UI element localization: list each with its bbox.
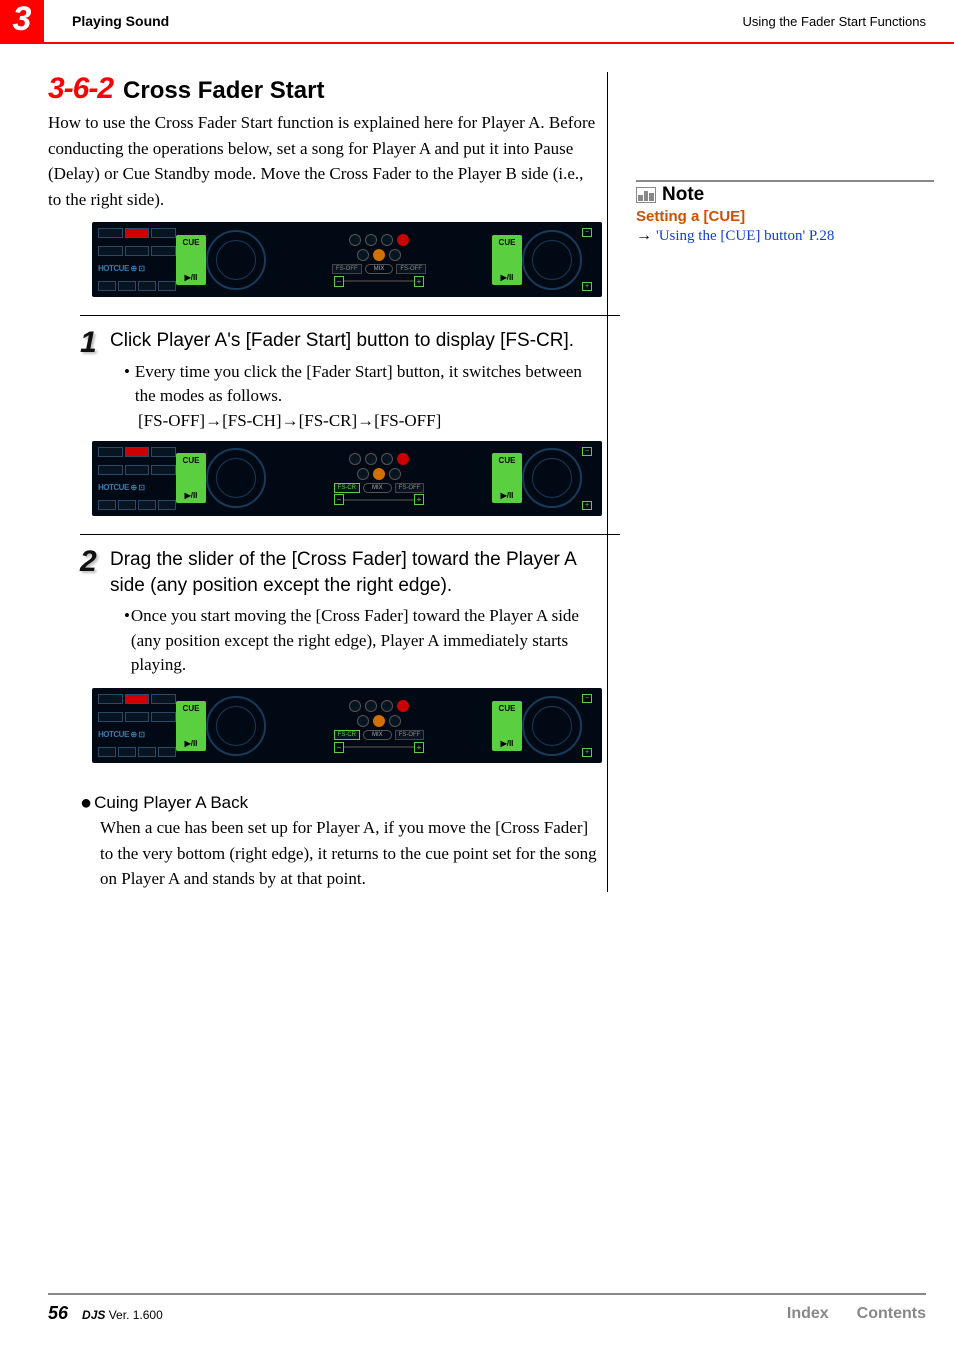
cue-button[interactable]: CUE▶/II [176,453,206,503]
fs-label-right[interactable]: FS-OFF [395,730,425,740]
cue-button[interactable]: CUE▶/II [176,701,206,751]
jog-wheel[interactable] [206,696,266,756]
jog-wheel[interactable] [522,448,582,508]
intro-paragraph: How to use the Cross Fader Start functio… [48,110,599,212]
step-bullet: Once you start moving the [Cross Fader] … [131,604,599,678]
mode-sequence: [FS-OFF]→[FS-CH]→[FS-CR]→[FS-OFF] [110,411,599,431]
player-screenshot-3: HOTCUE ⊕ ⊡ CUE▶/II FS-CR MIX FS-OFF − + [92,688,602,763]
fs-label-left[interactable]: FS-CR [334,483,360,493]
divider [80,534,620,535]
fs-label-right[interactable]: FS-OFF [396,264,426,274]
step-number: 2 [80,547,110,678]
step-title: Drag the slider of the [Cross Fader] tow… [110,547,599,598]
note-subject: Setting a [CUE] [636,208,934,225]
page-header: 3 Playing Sound Using the Fader Start Fu… [0,0,954,44]
step-title: Click Player A's [Fader Start] button to… [110,328,599,354]
mix-label[interactable]: MIX [363,730,392,740]
page-footer: 56 DJS Ver. 1.600 Index Contents [48,1293,926,1324]
section-title: Playing Sound [72,13,169,29]
step-1: 1 Click Player A's [Fader Start] button … [48,328,599,431]
step-bullet: Every time you click the [Fader Start] b… [135,360,599,409]
subsection: ● Cuing Player A Back When a cue has bee… [48,793,599,892]
jog-wheel[interactable] [206,230,266,290]
fs-label-right[interactable]: FS-OFF [395,483,425,493]
crossfader[interactable] [344,499,414,501]
player-screenshot-1: HOTCUE ⊕ ⊡ CUE▶/II FS-OFF MIX FS-OFF − + [92,222,602,297]
cue-button[interactable]: CUE▶/II [492,701,522,751]
cue-button[interactable]: CUE▶/II [492,235,522,285]
subsection-body: When a cue has been set up for Player A,… [80,815,599,892]
crossfader[interactable] [344,280,414,282]
note-icon [636,187,656,203]
note-heading: Note [636,184,934,206]
product-name: DJS [82,1308,105,1322]
arrow-icon: → [636,227,652,245]
subsection-title: Cuing Player A Back [94,793,248,813]
jog-wheel[interactable] [522,230,582,290]
divider [80,315,620,316]
mix-label[interactable]: MIX [365,264,394,274]
index-link[interactable]: Index [787,1305,829,1323]
heading-number: 3-6-2 [48,72,113,106]
chapter-number: 3 [0,0,44,44]
fs-label-left[interactable]: FS-OFF [332,264,362,274]
version-label: Ver. 1.600 [109,1308,163,1322]
bullet-icon: ● [80,793,92,813]
contents-link[interactable]: Contents [857,1305,926,1323]
side-column: Note Setting a [CUE] → 'Using the [CUE] … [608,72,934,892]
heading-title: Cross Fader Start [123,77,324,105]
player-screenshot-2: HOTCUE ⊕ ⊡ CUE▶/II FS-CR MIX FS-OFF − + [92,441,602,516]
heading: 3-6-2 Cross Fader Start [48,72,599,106]
main-column: 3-6-2 Cross Fader Start How to use the C… [48,72,608,892]
cue-button[interactable]: CUE▶/II [176,235,206,285]
jog-wheel[interactable] [206,448,266,508]
crossfader[interactable] [344,746,414,748]
cue-button[interactable]: CUE▶/II [492,453,522,503]
note-link[interactable]: 'Using the [CUE] button' P.28 [656,228,834,245]
subsection-title: Using the Fader Start Functions [742,14,926,29]
mix-label[interactable]: MIX [363,483,392,493]
page-number: 56 [48,1303,68,1324]
step-2: 2 Drag the slider of the [Cross Fader] t… [48,547,599,678]
jog-wheel[interactable] [522,696,582,756]
step-number: 1 [80,328,110,431]
fs-label-left[interactable]: FS-CR [334,730,360,740]
header-bar: Playing Sound Using the Fader Start Func… [44,0,954,44]
